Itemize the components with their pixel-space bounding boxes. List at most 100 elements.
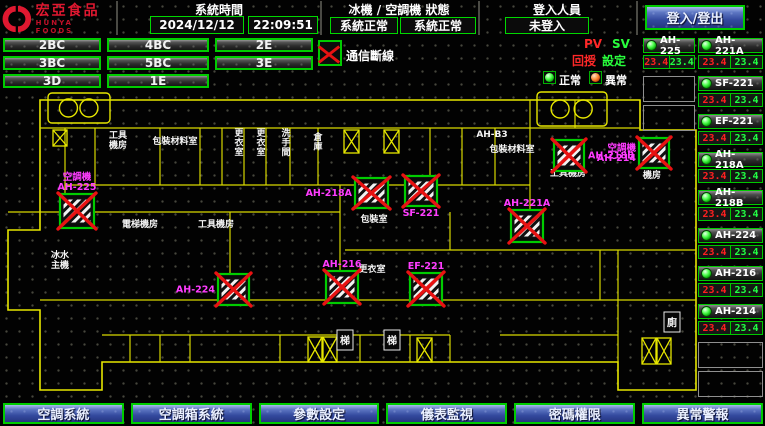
stair-shaft-icon <box>308 337 322 362</box>
device-tile-ef-221[interactable]: EF-221 <box>698 114 763 129</box>
system-date-value: 2024/12/12 <box>150 16 244 34</box>
room-label: 廁 <box>667 316 677 329</box>
device-values-ah-218b: 23.423.4 <box>698 207 763 221</box>
device-pv-value: 23.4 <box>699 170 731 182</box>
device-values-ah-216: 23.423.4 <box>698 283 763 297</box>
room-label: 包裝室 <box>359 213 387 225</box>
device-sv-value: 23.4 <box>731 132 762 144</box>
room-label: 更衣室 <box>256 128 266 158</box>
comm-offline-label: 通信斷線 <box>346 47 394 64</box>
room-label: 包裝材料室 <box>488 143 534 155</box>
map-unit-ah-225-label: AH-225 <box>57 182 96 193</box>
device-pv-value: 23.4 <box>699 208 731 220</box>
pv-header: PV <box>584 37 602 51</box>
room-label: 更衣室 <box>358 263 385 275</box>
elevator-icon <box>551 100 569 118</box>
floor-button-3e[interactable]: 3E <box>215 56 313 70</box>
empty-device-slot <box>698 371 763 397</box>
sidebar-devices-col1: AH-22523.423.4 <box>643 38 695 134</box>
device-pv-value: 23.4 <box>699 322 731 334</box>
nav-button-3[interactable]: 參數設定 <box>259 403 380 424</box>
room-label: 機房 <box>643 169 661 181</box>
device-led-icon <box>701 192 712 203</box>
device-led-icon <box>701 78 712 89</box>
device-values-ah-221a: 23.423.4 <box>698 55 763 69</box>
stair-shaft-icon <box>323 337 337 362</box>
nav-button-1[interactable]: 空調系統 <box>3 403 124 424</box>
device-pv-value: 23.4 <box>699 284 731 296</box>
room-label: 包裝材料室 <box>151 135 197 147</box>
device-sv-value: 23.4 <box>731 56 762 68</box>
stair-shaft-icon <box>344 130 359 153</box>
device-led-icon <box>701 116 712 127</box>
abnormal-led-icon <box>589 71 602 84</box>
device-pv-value: 23.4 <box>699 132 731 144</box>
brand-name-en: HUNYA FOODS <box>36 19 114 35</box>
floor-button-3bc[interactable]: 3BC <box>3 56 101 70</box>
floor-plan: 工具機房包裝材料室更衣室更衣室洗手間倉庫AH-B3包裝材料室工具機房機房電梯機房… <box>0 90 698 395</box>
floor-button-3d[interactable]: 3D <box>3 74 101 88</box>
device-values-ef-221: 23.423.4 <box>698 131 763 145</box>
ac-status-value: 系統正常 <box>400 17 476 34</box>
device-tile-ah-224[interactable]: AH-224 <box>698 228 763 243</box>
device-tile-ah-225[interactable]: AH-225 <box>643 38 695 53</box>
elevator-icon <box>574 100 592 118</box>
room-label: 梯 <box>340 334 350 347</box>
room-label: 冰水 <box>51 249 70 261</box>
elevator-icon <box>80 99 98 117</box>
device-values-ah-224: 23.423.4 <box>698 245 763 259</box>
room-label: 工具機房 <box>198 218 234 230</box>
header-separator <box>116 1 118 35</box>
device-name: EF-221 <box>715 116 753 127</box>
floor-button-1e[interactable]: 1E <box>107 74 209 88</box>
device-tile-ah-216[interactable]: AH-216 <box>698 266 763 281</box>
login-user-value: 未登入 <box>505 17 589 34</box>
device-values-ah-225: 23.423.4 <box>643 55 695 69</box>
map-unit-ah-218a-label: AH-218A <box>306 188 353 199</box>
device-tile-ah-221a[interactable]: AH-221A <box>698 38 763 53</box>
device-led-icon <box>701 154 712 165</box>
device-values-ah-218a: 23.423.4 <box>698 169 763 183</box>
device-sv-value: 23.4 <box>731 170 762 182</box>
nav-button-5[interactable]: 密碼權限 <box>514 403 635 424</box>
floor-button-4bc[interactable]: 4BC <box>107 38 209 52</box>
device-tile-ah-214[interactable]: AH-214 <box>698 304 763 319</box>
device-sv-value: 23.4 <box>731 208 762 220</box>
device-name: AH-221A <box>715 35 762 57</box>
room-label: 工具 <box>109 130 127 141</box>
map-unit-sf-221-label: SF-221 <box>403 208 440 219</box>
device-pv-value: 23.4 <box>699 246 731 258</box>
device-name: AH-218A <box>715 149 762 171</box>
brand-logo-icon <box>2 4 32 34</box>
floor-button-2bc[interactable]: 2BC <box>3 38 101 52</box>
login-user-label: 登入人員 <box>482 1 632 18</box>
bottom-nav: 空調系統空調箱系統參數設定儀表監視密碼權限異常警報 <box>3 403 763 424</box>
device-values-sf-221: 23.423.4 <box>698 93 763 107</box>
abnormal-label: 異常 <box>605 72 627 88</box>
pv-name-label: 回授 <box>572 52 596 69</box>
brand-logo: 宏亞食品 HUNYA FOODS <box>2 2 114 36</box>
header-separator <box>636 1 638 35</box>
room-label: 梯 <box>387 334 397 347</box>
device-pv-value: 23.4 <box>699 56 731 68</box>
elevator-icon <box>537 92 607 126</box>
floor-button-2e[interactable]: 2E <box>215 38 313 52</box>
device-name: AH-216 <box>715 268 756 279</box>
nav-button-6[interactable]: 異常警報 <box>642 403 763 424</box>
login-logout-button[interactable]: 登入/登出 <box>645 5 745 30</box>
device-tile-ah-218a[interactable]: AH-218A <box>698 152 763 167</box>
floor-button-5bc[interactable]: 5BC <box>107 56 209 70</box>
nav-button-2[interactable]: 空調箱系統 <box>131 403 252 424</box>
device-name: AH-225 <box>660 35 694 57</box>
room-label: 主機 <box>51 259 69 271</box>
room-label: 機房 <box>109 139 127 151</box>
device-tile-sf-221[interactable]: SF-221 <box>698 76 763 91</box>
device-name: AH-224 <box>715 230 756 241</box>
empty-device-slot <box>643 76 695 102</box>
sv-name-label: 設定 <box>602 52 626 69</box>
machine-status-label: 冰機 / 空調機 狀態 <box>322 1 476 18</box>
normal-led-icon <box>543 71 556 84</box>
system-clock-value: 22:09:51 <box>248 16 318 34</box>
device-tile-ah-218b[interactable]: AH-218B <box>698 190 763 205</box>
nav-button-4[interactable]: 儀表監視 <box>386 403 507 424</box>
